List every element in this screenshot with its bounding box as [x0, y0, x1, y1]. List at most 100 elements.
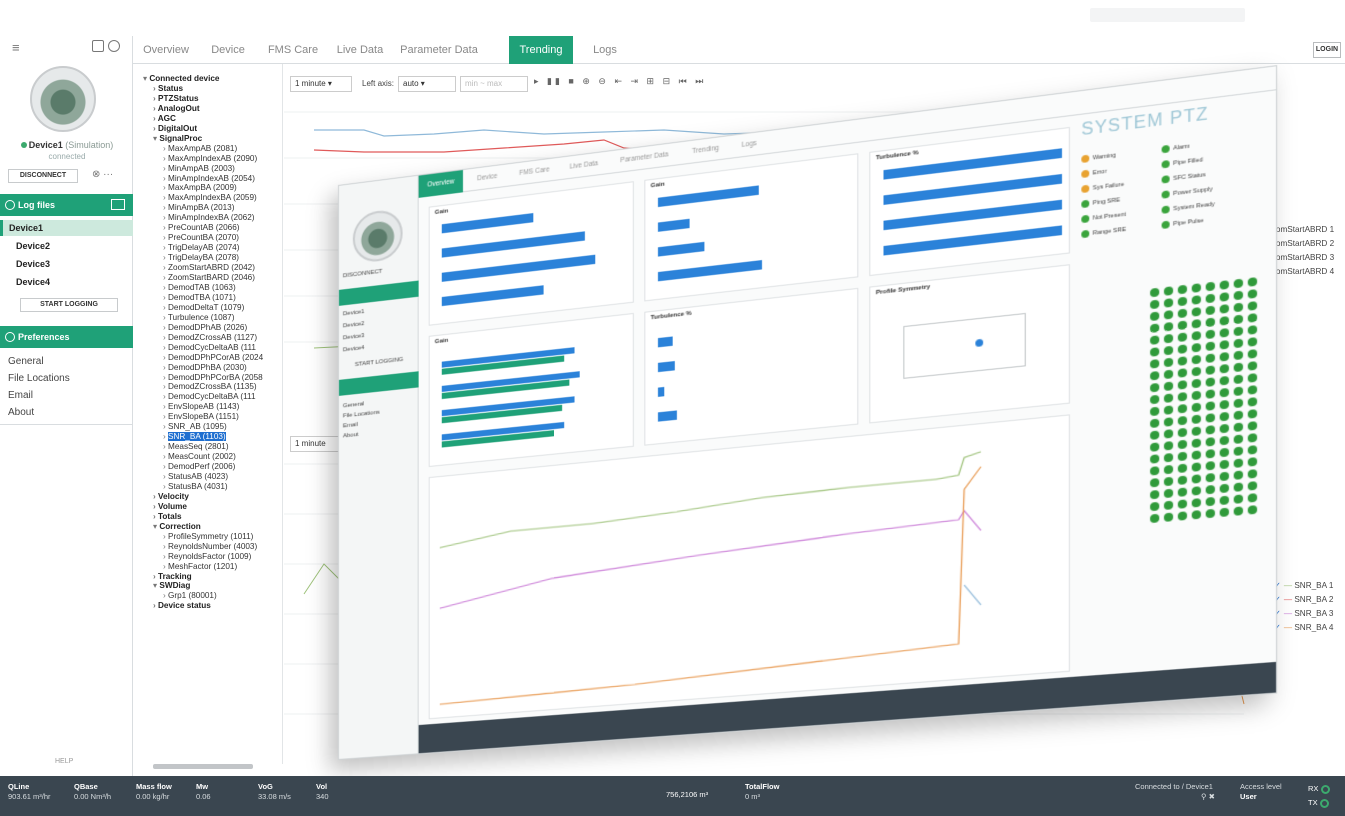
- tree-item[interactable]: › MinAmpBA (2013): [163, 203, 234, 212]
- tree-item[interactable]: › MinAmpIndexBA (2062): [163, 213, 254, 222]
- tree-group[interactable]: › Status: [153, 84, 183, 93]
- inset-bar: [883, 225, 1062, 255]
- tree-item[interactable]: › Grp1 (80001): [163, 591, 217, 600]
- tree-item[interactable]: › ZoomStartABRD (2042): [163, 263, 255, 272]
- tab-device[interactable]: Device: [203, 36, 253, 64]
- tree-group[interactable]: ▾ SignalProc: [153, 134, 202, 143]
- start-logging-button[interactable]: START LOGGING: [20, 298, 118, 312]
- tree-group[interactable]: › Device status: [153, 601, 211, 610]
- tab-live-data[interactable]: Live Data: [331, 36, 389, 64]
- tree-group[interactable]: ▾ Connected device: [143, 74, 219, 83]
- tree-item[interactable]: › DemodTAB (1063): [163, 283, 236, 292]
- tree-item[interactable]: › DemodDPhPCorBA (2058: [163, 373, 263, 382]
- tree-item[interactable]: › MeasCount (2002): [163, 452, 236, 461]
- sidebar-item-device1[interactable]: Device1: [0, 220, 133, 236]
- time-range-select-2[interactable]: 1 minute: [290, 436, 340, 452]
- sidebar-item-device2[interactable]: Device2: [0, 238, 133, 254]
- tree-item[interactable]: › StatusAB (4023): [163, 472, 228, 481]
- tree-item[interactable]: › DemodCycDeltaBA (111: [163, 392, 256, 401]
- tab-logs[interactable]: Logs: [583, 36, 627, 64]
- hamburger-menu-icon[interactable]: ≡: [12, 40, 20, 55]
- tab-trending[interactable]: Trending: [509, 36, 573, 64]
- tree-item[interactable]: › DemodZCrossBA (1135): [163, 382, 257, 391]
- tab-fms-care[interactable]: FMS Care: [263, 36, 323, 64]
- tree-item[interactable]: › ReynoldsFactor (1009): [163, 552, 251, 561]
- tab-parameter-data[interactable]: Parameter Data: [395, 36, 483, 64]
- tree-item[interactable]: › ProfileSymmetry (1011): [163, 532, 253, 541]
- legend-item[interactable]: ✓ — SNR_BA 2: [1274, 594, 1333, 604]
- diagnostic-dot: [1220, 412, 1229, 422]
- sidebar-item-device4[interactable]: Device4: [0, 274, 133, 290]
- tree-group[interactable]: › Velocity: [153, 492, 189, 501]
- tree-group[interactable]: ▾ Correction: [153, 522, 201, 531]
- tree-item[interactable]: › DemodDPhAB (2026): [163, 323, 247, 332]
- tree-item[interactable]: › EnvSlopeBA (1151): [163, 412, 239, 421]
- pref-file-locations[interactable]: File Locations: [8, 373, 70, 384]
- tree-item[interactable]: › ReynoldsNumber (4003): [163, 542, 257, 551]
- tree-item[interactable]: › DemodPerf (2006): [163, 462, 235, 471]
- tree-item[interactable]: › SNR_AB (1095): [163, 422, 227, 431]
- tree-item[interactable]: › EnvSlopeAB (1143): [163, 402, 239, 411]
- add-device-icon[interactable]: [92, 40, 104, 52]
- tree-item[interactable]: › DemodZCrossAB (1127): [163, 333, 257, 342]
- tree-group[interactable]: › AGC: [153, 114, 176, 123]
- diagnostic-dot: [1234, 386, 1243, 396]
- tree-item[interactable]: › MinAmpAB (2003): [163, 164, 235, 173]
- tree-group[interactable]: ▾ SWDiag: [153, 581, 190, 590]
- tree-item[interactable]: › MaxAmpIndexBA (2059): [163, 193, 257, 202]
- legend-item[interactable]: ✓ — SNR_BA 3: [1274, 608, 1333, 618]
- tree-item[interactable]: › MaxAmpBA (2009): [163, 183, 237, 192]
- connect-icon[interactable]: [108, 40, 120, 52]
- tree-group[interactable]: › AnalogOut: [153, 104, 200, 113]
- pref-email[interactable]: Email: [8, 390, 33, 401]
- tree-item-label: AnalogOut: [158, 104, 200, 113]
- tree-group[interactable]: › DigitalOut: [153, 124, 197, 133]
- status-light: Alarm: [1162, 142, 1190, 153]
- tree-item[interactable]: › MinAmpIndexAB (2054): [163, 174, 255, 183]
- tree-group[interactable]: › PTZStatus: [153, 94, 199, 103]
- more-options-icon[interactable]: ⊗ ···: [92, 169, 113, 180]
- tree-item-label: StatusAB (4023): [168, 472, 228, 481]
- diagnostic-dot: [1192, 331, 1201, 341]
- diagnostic-dot: [1164, 310, 1173, 320]
- pref-about[interactable]: About: [8, 407, 34, 418]
- diagnostic-dot: [1150, 419, 1159, 429]
- tree-item[interactable]: › DemodDeltaT (1079): [163, 303, 244, 312]
- tab-overview[interactable]: Overview: [137, 36, 195, 64]
- tree-scrollbar[interactable]: [145, 763, 280, 770]
- tree-item[interactable]: › StatusBA (4031): [163, 482, 228, 491]
- tree-group[interactable]: › Tracking: [153, 572, 192, 581]
- inset-device-item: Device4: [343, 345, 364, 353]
- tree-group[interactable]: › Volume: [153, 502, 187, 511]
- tree-item[interactable]: › MeshFactor (1201): [163, 562, 237, 571]
- disconnect-button[interactable]: DISCONNECT: [8, 169, 78, 183]
- diagnostic-dot: [1178, 475, 1187, 485]
- help-link[interactable]: HELP: [55, 758, 73, 765]
- folder-icon[interactable]: [111, 199, 125, 210]
- tree-item[interactable]: › PreCountAB (2066): [163, 223, 239, 232]
- pref-general[interactable]: General: [8, 356, 44, 367]
- tree-group[interactable]: › Totals: [153, 512, 182, 521]
- log-files-header[interactable]: Log files: [0, 194, 133, 216]
- tree-item[interactable]: › MaxAmpIndexAB (2090): [163, 154, 257, 163]
- preferences-header[interactable]: Preferences: [0, 326, 133, 348]
- tree-item[interactable]: › TrigDelayAB (2074): [163, 243, 239, 252]
- tree-item[interactable]: › DemodDPhBA (2030): [163, 363, 247, 372]
- diagnostic-dot: [1206, 401, 1215, 411]
- tree-item[interactable]: › PreCountBA (2070): [163, 233, 239, 242]
- login-button[interactable]: LOGIN: [1313, 42, 1341, 58]
- sidebar-item-device3[interactable]: Device3: [0, 256, 133, 272]
- tree-item[interactable]: › SNR_BA (1103): [163, 432, 226, 441]
- tree-item[interactable]: › DemodCycDeltaAB (111: [163, 343, 256, 352]
- tree-item[interactable]: › MeasSeq (2801): [163, 442, 229, 451]
- divider: [0, 424, 133, 425]
- legend-item[interactable]: ✓ — SNR_BA 1: [1274, 580, 1333, 590]
- scrollbar-thumb[interactable]: [153, 764, 253, 769]
- tree-item[interactable]: › MaxAmpAB (2081): [163, 144, 237, 153]
- tree-item[interactable]: › Turbulence (1087): [163, 313, 234, 322]
- tree-item[interactable]: › TrigDelayBA (2078): [163, 253, 239, 262]
- tree-item[interactable]: › DemodDPhPCorAB (2024: [163, 353, 263, 362]
- tree-item[interactable]: › DemodTBA (1071): [163, 293, 236, 302]
- tree-item[interactable]: › ZoomStartBARD (2046): [163, 273, 255, 282]
- legend-item[interactable]: ✓ — SNR_BA 4: [1274, 622, 1333, 632]
